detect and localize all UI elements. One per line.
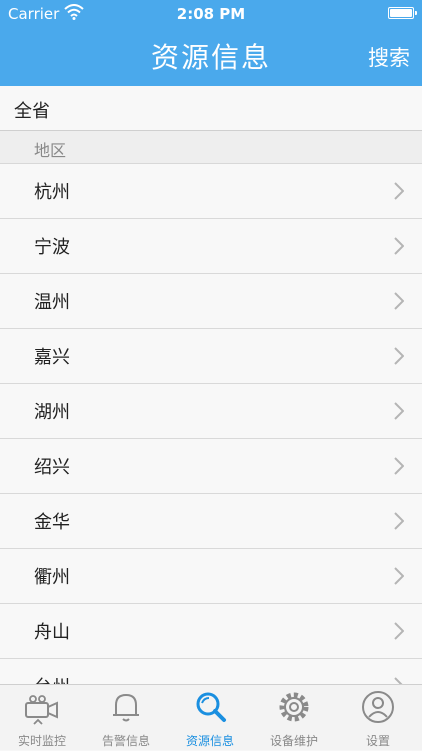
camera-icon [25,695,58,725]
list-item[interactable]: 嘉兴 [0,329,422,384]
region-label: 杭州 [34,182,70,203]
region-label: 绍兴 [34,457,70,478]
chevron-right-icon [394,677,403,684]
list-item[interactable]: 杭州 [0,164,422,219]
tab-label: 资源信息 [185,734,234,748]
tab-label: 实时监控 [17,734,66,748]
region-label: 舟山 [34,622,70,643]
page-title: 资源信息 [150,41,271,74]
section-label: 地区 [34,141,67,160]
bell-icon [113,693,139,722]
region-label: 温州 [34,292,70,313]
chevron-right-icon [394,402,404,420]
chevron-right-icon [394,347,404,365]
tab-maintenance[interactable]: 设备维护 [252,685,336,751]
magnifier-icon [196,692,226,722]
chevron-right-icon [394,292,404,310]
clock-label: 2:08 PM [176,5,246,23]
region-label: 衢州 [34,567,70,588]
battery-icon [388,7,417,19]
gear-icon [279,692,309,722]
list-item[interactable]: 湖州 [0,384,422,439]
section-header: 地区 [0,131,422,164]
chevron-right-icon [394,182,404,200]
list-item[interactable]: 宁波 [0,219,422,274]
tab-resources[interactable]: 资源信息 [168,685,252,751]
chevron-right-icon [394,567,404,585]
list-item[interactable]: 舟山 [0,604,422,659]
person-icon [362,691,394,723]
tab-live-monitor[interactable]: 实时监控 [0,685,84,751]
region-label: 宁波 [34,237,70,258]
region-label: 嘉兴 [34,347,70,368]
list-item[interactable]: 绍兴 [0,439,422,494]
tab-label: 告警信息 [101,734,150,748]
list-item[interactable]: 温州 [0,274,422,329]
tab-alarms[interactable]: 告警信息 [84,685,168,751]
navigation-header: Carrier 2:08 PM 资源信息 搜索 [0,0,422,86]
chevron-right-icon [394,622,404,640]
region-label: 台州 [34,673,70,684]
tab-settings[interactable]: 设置 [336,685,420,751]
province-label: 全省 [14,101,50,122]
region-label: 金华 [34,512,70,533]
province-row[interactable]: 全省 [0,86,422,131]
search-button[interactable]: 搜索 [368,42,410,72]
region-label: 湖州 [34,402,70,423]
list-item[interactable]: 衢州 [0,549,422,604]
tab-label: 设备维护 [269,734,318,748]
list-item[interactable]: 台州 [0,659,422,684]
list-item[interactable]: 金华 [0,494,422,549]
status-bar: Carrier 2:08 PM [0,0,422,28]
chevron-right-icon [394,237,404,255]
chevron-right-icon [394,457,404,475]
tab-bar: 实时监控 告警信息 资源信息 设备维护 设置 [0,684,422,750]
tab-label: 设置 [365,734,390,748]
chevron-right-icon [394,512,404,530]
region-list[interactable]: 杭州 宁波 温州 嘉兴 湖州 绍兴 金华 衢州 舟山 台州 [0,164,422,684]
